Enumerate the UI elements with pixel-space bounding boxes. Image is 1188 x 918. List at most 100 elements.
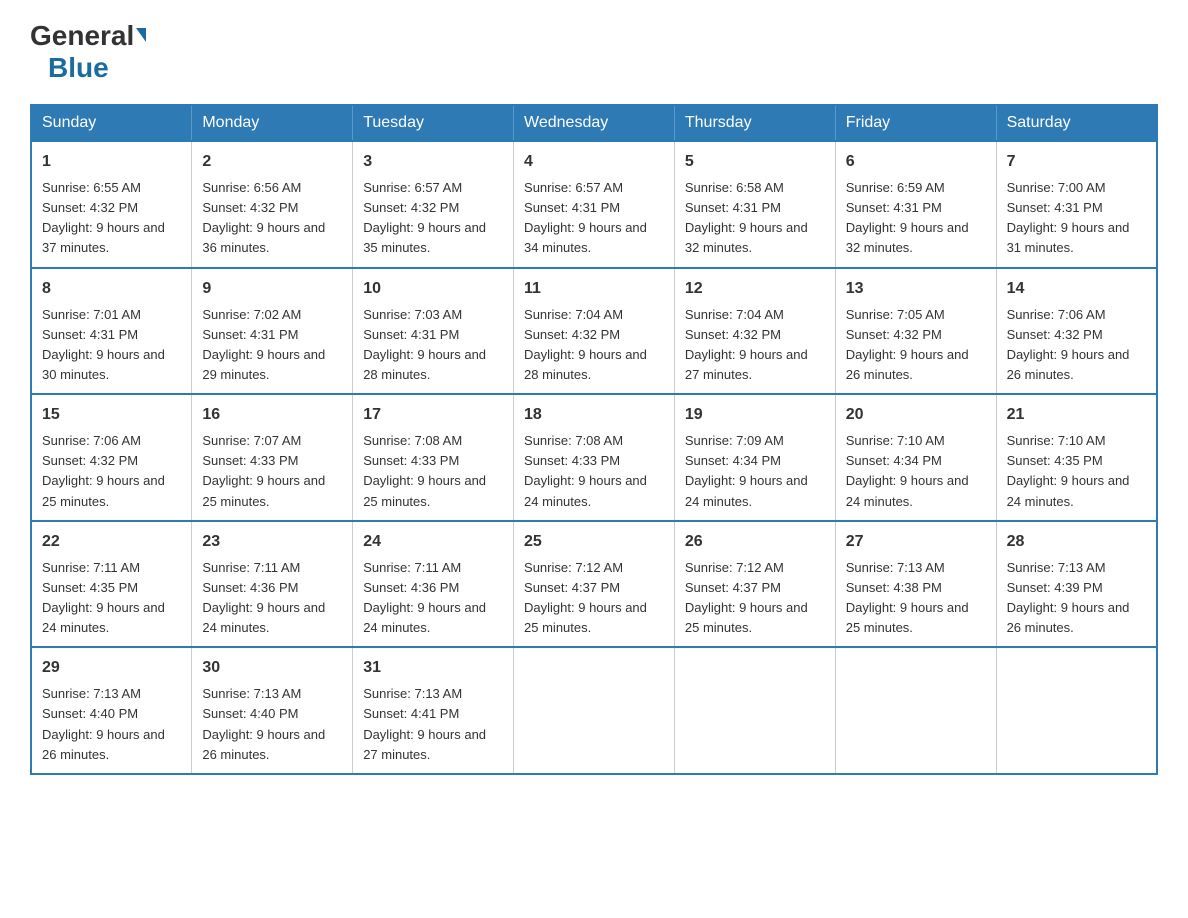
day-number: 6 (846, 150, 986, 174)
day-number: 21 (1007, 403, 1146, 427)
calendar-day-cell: 27 Sunrise: 7:13 AMSunset: 4:38 PMDayligh… (835, 521, 996, 648)
day-number: 12 (685, 277, 825, 301)
weekday-friday: Friday (835, 105, 996, 141)
calendar-day-cell: 14 Sunrise: 7:06 AMSunset: 4:32 PMDayligh… (996, 268, 1157, 395)
logo-triangle-icon (136, 28, 146, 42)
logo-general-text: General (30, 20, 134, 52)
calendar-day-cell: 25 Sunrise: 7:12 AMSunset: 4:37 PMDayligh… (514, 521, 675, 648)
calendar-day-cell: 4 Sunrise: 6:57 AMSunset: 4:31 PMDaylight… (514, 141, 675, 268)
calendar-day-cell: 12 Sunrise: 7:04 AMSunset: 4:32 PMDayligh… (674, 268, 835, 395)
calendar-day-cell: 29 Sunrise: 7:13 AMSunset: 4:40 PMDayligh… (31, 647, 192, 774)
day-number: 29 (42, 656, 181, 680)
day-info: Sunrise: 7:08 AMSunset: 4:33 PMDaylight:… (524, 431, 664, 512)
calendar-day-cell: 9Sunrise: 7:02 AMSunset: 4:31 PMDaylight… (192, 268, 353, 395)
calendar-week-row: 1 Sunrise: 6:55 AMSunset: 4:32 PMDaylight… (31, 141, 1157, 268)
day-info: Sunrise: 7:05 AMSunset: 4:32 PMDaylight:… (846, 305, 986, 386)
day-number: 7 (1007, 150, 1146, 174)
day-info: Sunrise: 7:04 AMSunset: 4:32 PMDaylight:… (685, 305, 825, 386)
day-number: 24 (363, 530, 503, 554)
day-info: Sunrise: 7:07 AMSunset: 4:33 PMDaylight:… (202, 431, 342, 512)
day-number: 17 (363, 403, 503, 427)
weekday-sunday: Sunday (31, 105, 192, 141)
calendar-day-cell: 11Sunrise: 7:04 AMSunset: 4:32 PMDayligh… (514, 268, 675, 395)
day-info: Sunrise: 7:10 AMSunset: 4:35 PMDaylight:… (1007, 431, 1146, 512)
calendar-day-cell: 23Sunrise: 7:11 AMSunset: 4:36 PMDayligh… (192, 521, 353, 648)
weekday-wednesday: Wednesday (514, 105, 675, 141)
calendar-day-cell: 31 Sunrise: 7:13 AMSunset: 4:41 PMDayligh… (353, 647, 514, 774)
calendar-day-cell: 7 Sunrise: 7:00 AMSunset: 4:31 PMDaylight… (996, 141, 1157, 268)
day-info: Sunrise: 6:56 AMSunset: 4:32 PMDaylight:… (202, 178, 342, 259)
day-info: Sunrise: 7:13 AMSunset: 4:39 PMDaylight:… (1007, 558, 1146, 639)
calendar-day-cell: 30 Sunrise: 7:13 AMSunset: 4:40 PMDayligh… (192, 647, 353, 774)
day-info: Sunrise: 6:59 AMSunset: 4:31 PMDaylight:… (846, 178, 986, 259)
day-number: 25 (524, 530, 664, 554)
day-number: 16 (202, 403, 342, 427)
day-info: Sunrise: 7:12 AMSunset: 4:37 PMDaylight:… (524, 558, 664, 639)
page-header: General Blue (30, 20, 1158, 84)
calendar-header: SundayMondayTuesdayWednesdayThursdayFrid… (31, 105, 1157, 141)
calendar-day-cell: 26Sunrise: 7:12 AMSunset: 4:37 PMDayligh… (674, 521, 835, 648)
day-number: 14 (1007, 277, 1146, 301)
day-info: Sunrise: 7:13 AMSunset: 4:40 PMDaylight:… (202, 684, 342, 765)
calendar-day-cell (514, 647, 675, 774)
logo: General Blue (30, 20, 146, 84)
day-info: Sunrise: 7:12 AMSunset: 4:37 PMDaylight:… (685, 558, 825, 639)
day-info: Sunrise: 6:57 AMSunset: 4:31 PMDaylight:… (524, 178, 664, 259)
day-number: 23 (202, 530, 342, 554)
day-number: 10 (363, 277, 503, 301)
calendar-day-cell: 13 Sunrise: 7:05 AMSunset: 4:32 PMDayligh… (835, 268, 996, 395)
day-info: Sunrise: 7:06 AMSunset: 4:32 PMDaylight:… (1007, 305, 1146, 386)
calendar-day-cell: 8 Sunrise: 7:01 AMSunset: 4:31 PMDaylight… (31, 268, 192, 395)
calendar-day-cell: 3Sunrise: 6:57 AMSunset: 4:32 PMDaylight… (353, 141, 514, 268)
day-info: Sunrise: 7:06 AMSunset: 4:32 PMDaylight:… (42, 431, 181, 512)
calendar-week-row: 22Sunrise: 7:11 AMSunset: 4:35 PMDayligh… (31, 521, 1157, 648)
day-info: Sunrise: 7:10 AMSunset: 4:34 PMDaylight:… (846, 431, 986, 512)
weekday-tuesday: Tuesday (353, 105, 514, 141)
calendar-day-cell: 19 Sunrise: 7:09 AMSunset: 4:34 PMDayligh… (674, 394, 835, 521)
calendar-day-cell (996, 647, 1157, 774)
calendar-day-cell: 15 Sunrise: 7:06 AMSunset: 4:32 PMDayligh… (31, 394, 192, 521)
calendar-day-cell: 16 Sunrise: 7:07 AMSunset: 4:33 PMDayligh… (192, 394, 353, 521)
day-number: 22 (42, 530, 181, 554)
calendar-day-cell: 20 Sunrise: 7:10 AMSunset: 4:34 PMDayligh… (835, 394, 996, 521)
day-number: 4 (524, 150, 664, 174)
day-info: Sunrise: 7:11 AMSunset: 4:36 PMDaylight:… (363, 558, 503, 639)
day-number: 20 (846, 403, 986, 427)
day-info: Sunrise: 7:01 AMSunset: 4:31 PMDaylight:… (42, 305, 181, 386)
calendar-day-cell: 28Sunrise: 7:13 AMSunset: 4:39 PMDayligh… (996, 521, 1157, 648)
calendar-week-row: 8 Sunrise: 7:01 AMSunset: 4:31 PMDaylight… (31, 268, 1157, 395)
day-info: Sunrise: 7:02 AMSunset: 4:31 PMDaylight:… (202, 305, 342, 386)
weekday-monday: Monday (192, 105, 353, 141)
day-info: Sunrise: 7:08 AMSunset: 4:33 PMDaylight:… (363, 431, 503, 512)
day-number: 30 (202, 656, 342, 680)
day-number: 15 (42, 403, 181, 427)
day-info: Sunrise: 7:13 AMSunset: 4:41 PMDaylight:… (363, 684, 503, 765)
calendar-day-cell: 1 Sunrise: 6:55 AMSunset: 4:32 PMDaylight… (31, 141, 192, 268)
day-number: 31 (363, 656, 503, 680)
day-info: Sunrise: 6:55 AMSunset: 4:32 PMDaylight:… (42, 178, 181, 259)
day-number: 13 (846, 277, 986, 301)
day-number: 1 (42, 150, 181, 174)
logo-blue-text: Blue (48, 52, 109, 84)
day-info: Sunrise: 7:09 AMSunset: 4:34 PMDaylight:… (685, 431, 825, 512)
calendar-day-cell: 2Sunrise: 6:56 AMSunset: 4:32 PMDaylight… (192, 141, 353, 268)
day-number: 19 (685, 403, 825, 427)
weekday-saturday: Saturday (996, 105, 1157, 141)
calendar-day-cell: 6 Sunrise: 6:59 AMSunset: 4:31 PMDaylight… (835, 141, 996, 268)
calendar-day-cell: 24 Sunrise: 7:11 AMSunset: 4:36 PMDayligh… (353, 521, 514, 648)
calendar-table: SundayMondayTuesdayWednesdayThursdayFrid… (30, 104, 1158, 775)
day-info: Sunrise: 6:57 AMSunset: 4:32 PMDaylight:… (363, 178, 503, 259)
calendar-day-cell: 10Sunrise: 7:03 AMSunset: 4:31 PMDayligh… (353, 268, 514, 395)
day-number: 8 (42, 277, 181, 301)
day-info: Sunrise: 7:13 AMSunset: 4:40 PMDaylight:… (42, 684, 181, 765)
day-info: Sunrise: 7:04 AMSunset: 4:32 PMDaylight:… (524, 305, 664, 386)
day-number: 5 (685, 150, 825, 174)
day-info: Sunrise: 7:13 AMSunset: 4:38 PMDaylight:… (846, 558, 986, 639)
calendar-day-cell: 5 Sunrise: 6:58 AMSunset: 4:31 PMDaylight… (674, 141, 835, 268)
calendar-day-cell (674, 647, 835, 774)
calendar-week-row: 29 Sunrise: 7:13 AMSunset: 4:40 PMDayligh… (31, 647, 1157, 774)
day-info: Sunrise: 6:58 AMSunset: 4:31 PMDaylight:… (685, 178, 825, 259)
day-number: 27 (846, 530, 986, 554)
day-info: Sunrise: 7:00 AMSunset: 4:31 PMDaylight:… (1007, 178, 1146, 259)
calendar-day-cell: 22Sunrise: 7:11 AMSunset: 4:35 PMDayligh… (31, 521, 192, 648)
